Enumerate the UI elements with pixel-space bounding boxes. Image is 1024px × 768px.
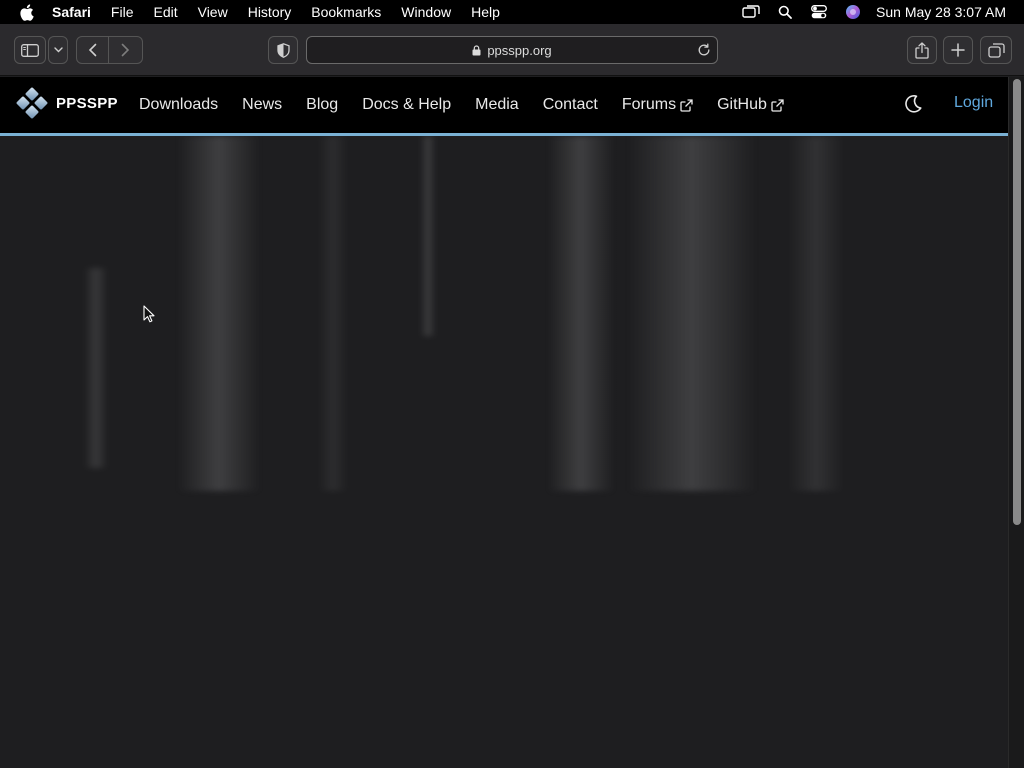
control-center-icon[interactable] — [802, 0, 836, 24]
nav-github-label: GitHub — [717, 96, 767, 113]
banner-streak — [788, 136, 844, 491]
nav-news[interactable]: News — [242, 96, 282, 114]
address-bar[interactable]: ppsspp.org — [306, 36, 718, 64]
url-text: ppsspp.org — [487, 42, 552, 58]
apple-icon[interactable] — [0, 3, 52, 21]
external-link-icon — [680, 98, 693, 112]
brand-name: PPSSPP — [56, 94, 118, 112]
nav-blog[interactable]: Blog — [306, 96, 338, 114]
page-scrollbar[interactable] — [1008, 77, 1024, 768]
menu-edit[interactable]: Edit — [143, 0, 187, 24]
banner-streak — [178, 136, 260, 491]
banner-streak — [318, 136, 348, 491]
ppsspp-logo-icon — [16, 87, 48, 119]
main-nav: Downloads News Blog Docs & Help Media Co… — [139, 77, 808, 133]
search-icon[interactable] — [768, 0, 802, 24]
banner-streak — [84, 268, 108, 468]
banner-streak — [420, 136, 436, 336]
menu-help[interactable]: Help — [461, 0, 510, 24]
menubar-clock[interactable]: Sun May 28 3:07 AM — [870, 4, 1024, 20]
macos-menu-bar: Safari File Edit View History Bookmarks … — [0, 0, 1024, 24]
sidebar-icon — [21, 43, 39, 57]
privacy-report-button[interactable] — [268, 36, 298, 64]
new-tab-icon — [951, 43, 965, 57]
menu-window[interactable]: Window — [391, 0, 461, 24]
share-button[interactable] — [907, 36, 937, 64]
tabs-overview-icon — [987, 42, 1005, 58]
new-tab-button[interactable] — [943, 36, 973, 64]
sidebar-toggle-button[interactable] — [14, 36, 46, 64]
back-icon — [88, 43, 97, 57]
back-button[interactable] — [76, 36, 109, 64]
chevron-down-icon — [53, 47, 63, 53]
siri-icon[interactable] — [836, 0, 870, 24]
banner-streak — [548, 136, 614, 491]
login-link[interactable]: Login — [954, 94, 993, 112]
nav-downloads[interactable]: Downloads — [139, 96, 218, 114]
nav-forums[interactable]: Forums — [622, 96, 693, 114]
nav-github[interactable]: GitHub — [717, 96, 784, 114]
moon-icon — [905, 95, 922, 113]
tab-group-dropdown-button[interactable] — [48, 36, 68, 64]
page-content — [0, 136, 1008, 768]
privacy-shield-icon — [276, 42, 290, 58]
menu-safari[interactable]: Safari — [52, 0, 101, 24]
theme-toggle-button[interactable] — [902, 93, 924, 120]
nav-docs-help[interactable]: Docs & Help — [362, 96, 451, 114]
forward-button[interactable] — [109, 36, 143, 64]
nav-contact[interactable]: Contact — [543, 96, 598, 114]
browser-toolbar: ppsspp.org — [0, 24, 1024, 76]
menu-file[interactable]: File — [101, 0, 144, 24]
menu-view[interactable]: View — [188, 0, 238, 24]
brand-link[interactable]: PPSSPP — [16, 87, 118, 119]
lock-icon — [472, 44, 481, 55]
site-header: PPSSPP Downloads News Blog Docs & Help M… — [0, 77, 1008, 133]
menu-bookmarks[interactable]: Bookmarks — [301, 0, 391, 24]
scrollbar-thumb[interactable] — [1013, 79, 1021, 525]
external-link-icon — [771, 98, 784, 112]
menu-history[interactable]: History — [238, 0, 302, 24]
share-icon — [915, 41, 929, 59]
mouse-cursor-icon — [143, 305, 155, 328]
nav-forums-label: Forums — [621, 96, 677, 113]
reload-icon[interactable] — [697, 43, 711, 57]
banner-streak — [628, 136, 756, 491]
nav-media[interactable]: Media — [475, 96, 519, 114]
tabs-overview-button[interactable] — [980, 36, 1012, 64]
forward-icon — [121, 43, 130, 57]
screen: Safari File Edit View History Bookmarks … — [0, 0, 1024, 768]
display-icon[interactable] — [734, 0, 768, 24]
